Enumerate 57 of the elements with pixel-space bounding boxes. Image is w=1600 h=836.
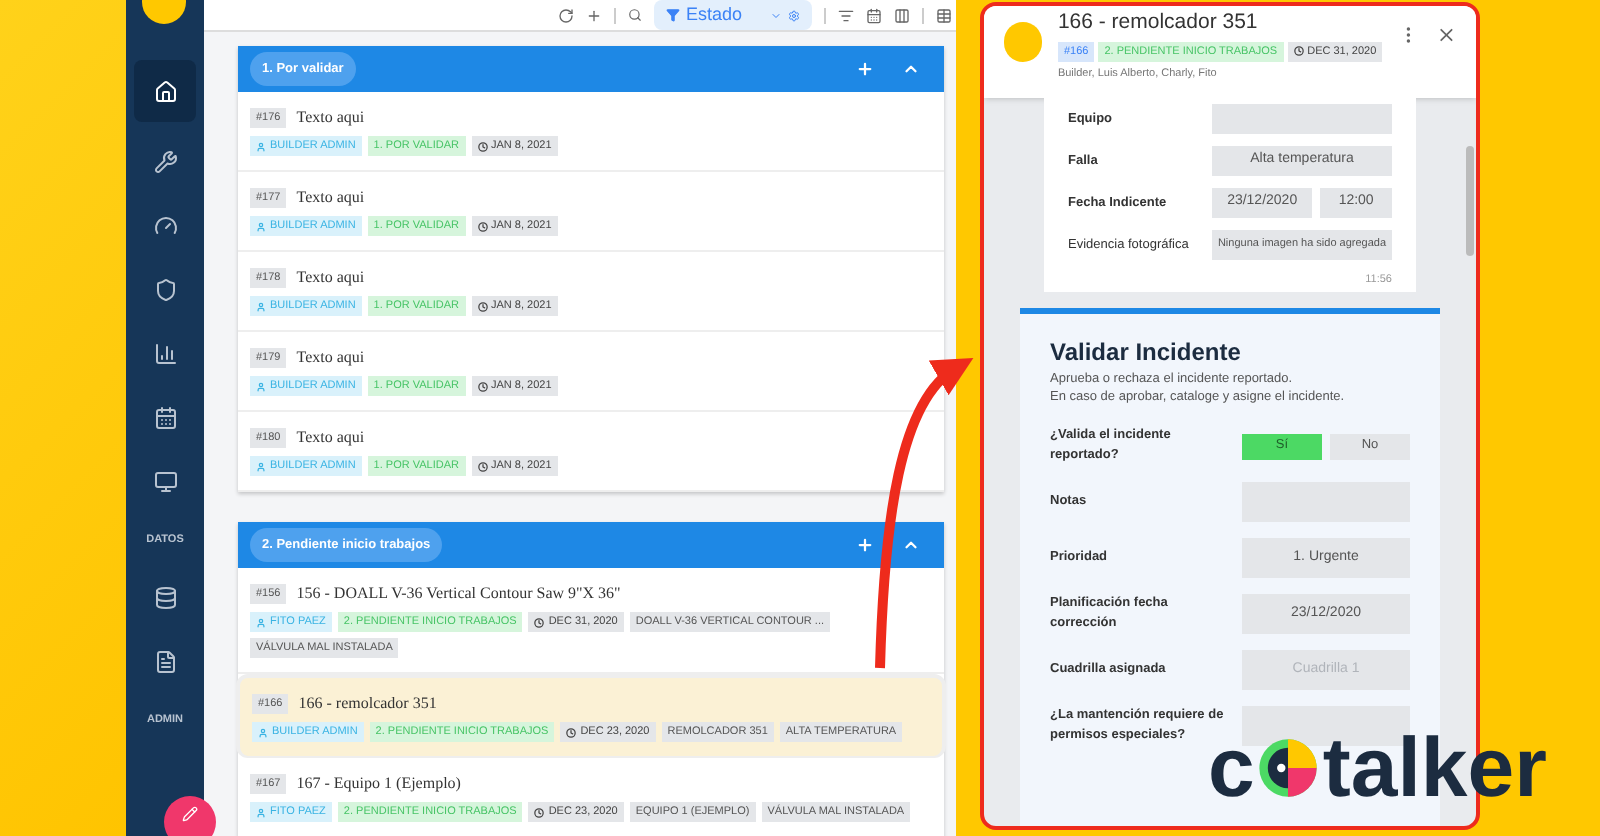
search-icon[interactable] [627,8,642,22]
document-icon [153,649,177,674]
panel-title: 166 - remolcador 351 [1057,8,1260,38]
clock-icon [477,461,487,471]
add-icon[interactable] [585,7,602,23]
item-title: 166 - remolcador 351 [298,692,437,716]
collapse-icon[interactable] [902,536,920,554]
item-title: Texto aqui [296,186,365,210]
item-title: Texto aqui [296,426,365,450]
clock-icon [566,727,577,737]
gauge-icon [153,213,177,237]
clock-icon [534,807,545,817]
filter-icon [665,8,680,22]
clock-icon [477,221,487,231]
logo-mark-icon [1256,736,1321,800]
scrollbar [1466,146,1474,256]
avatar [1004,22,1042,62]
person-icon [256,221,266,231]
refresh-icon[interactable] [557,7,574,23]
pencil-icon [182,806,198,822]
calendar-icon[interactable] [866,7,882,23]
chart-icon [153,341,177,365]
clock-icon [477,141,487,151]
person-icon [256,807,266,817]
person-icon [256,381,266,391]
close-icon[interactable] [1435,24,1456,46]
clock-icon [1293,46,1304,57]
add-icon[interactable] [856,536,874,554]
caret-icon [770,9,782,21]
monitor-icon [153,469,177,493]
database-icon [153,585,177,610]
clock-icon [477,381,487,391]
clock-icon [477,301,487,311]
item-title: Texto aqui [296,266,365,290]
person-icon [258,727,268,737]
calendar-icon [153,405,177,429]
person-icon [256,461,266,471]
item-title: Texto aqui [296,106,365,130]
collapse-icon[interactable] [902,60,920,78]
person-icon [256,301,266,311]
item-title: 156 - DOALL V-36 Vertical Contour Saw 9"X 36" [296,582,621,606]
person-icon [256,617,266,627]
settings-icon [788,9,800,21]
add-icon[interactable] [856,60,874,78]
home-icon [153,79,177,103]
nav-item[interactable] [134,60,196,122]
card-title: Validar Incidente [1050,336,1243,371]
list-icon[interactable] [838,7,854,23]
item-title: Texto aqui [296,346,365,370]
table-icon[interactable] [936,7,952,23]
shield-icon [153,277,177,301]
wrench-icon [153,149,177,173]
logo-text: c [1208,724,1255,812]
board-icon[interactable] [894,7,910,23]
clock-icon [534,617,545,627]
item-title: 167 - Equipo 1 (Ejemplo) [296,772,461,796]
person-icon [256,141,266,151]
